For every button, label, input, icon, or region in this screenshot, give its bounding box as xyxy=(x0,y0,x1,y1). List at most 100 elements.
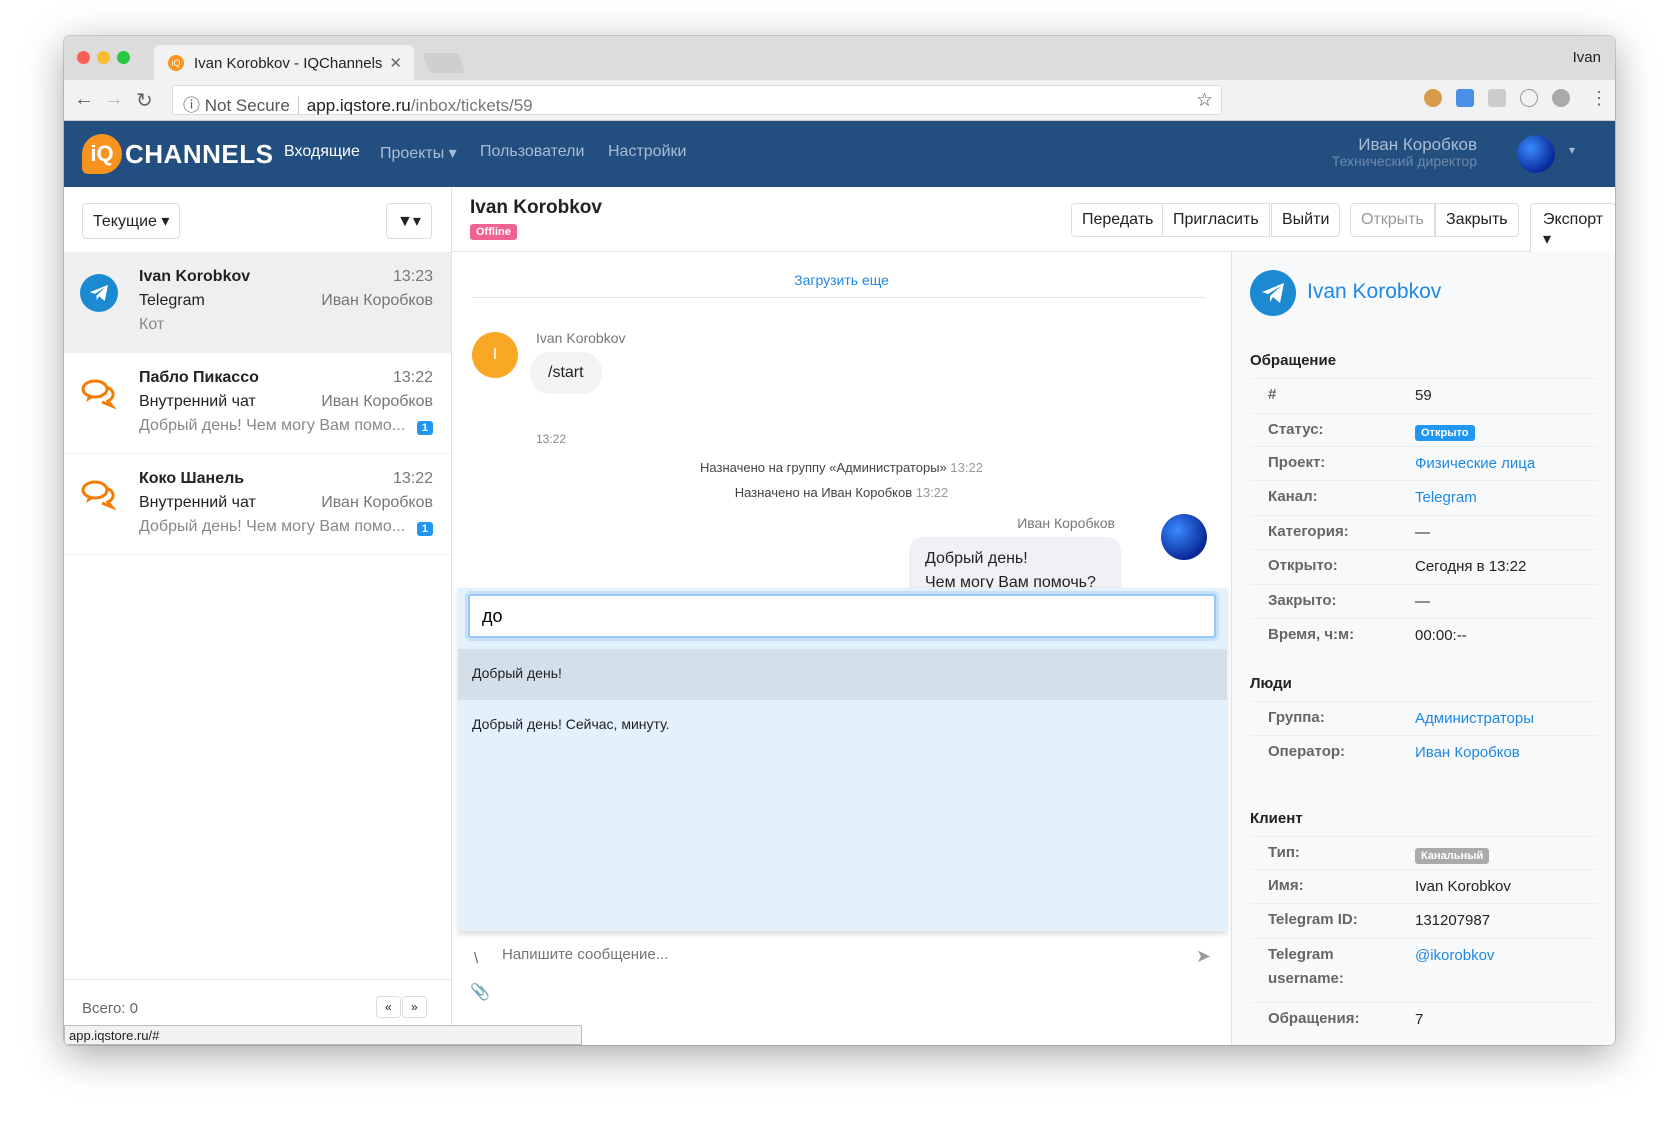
detail-value: 59 xyxy=(1415,387,1432,404)
detail-row: Telegram ID: 131207987 xyxy=(1250,903,1598,938)
send-icon[interactable]: ➤ xyxy=(1196,946,1211,967)
url-field[interactable]: ⓘ Not Secure app.iqstore.ru/inbox/tickets… xyxy=(172,85,1222,115)
maximize-window-button[interactable] xyxy=(117,51,130,64)
profile-name[interactable]: Ivan xyxy=(1573,49,1601,66)
total-count: Всего: 0 xyxy=(82,1000,139,1017)
detail-row: Имя: Ivan Korobkov xyxy=(1250,868,1598,904)
detail-row: Обращения: 7 xyxy=(1250,1001,1598,1037)
detail-row: Группа: Администраторы xyxy=(1250,700,1598,736)
unread-badge: 1 xyxy=(416,421,433,435)
system-message: Назначено на Иван Коробков 13:22 xyxy=(734,485,949,500)
back-icon[interactable]: ← xyxy=(74,88,94,111)
message-input[interactable] xyxy=(502,946,1142,963)
divider xyxy=(472,297,1206,298)
nav-users[interactable]: Пользователи xyxy=(480,143,584,161)
prev-page-button[interactable]: « xyxy=(376,996,401,1018)
client-name-link[interactable]: Ivan Korobkov xyxy=(1307,280,1441,304)
nav-settings[interactable]: Настройки xyxy=(608,143,686,161)
tab-title: Ivan Korobkov - IQChannels xyxy=(194,55,383,72)
minimize-window-button[interactable] xyxy=(97,51,110,64)
detail-value: Ivan Korobkov xyxy=(1415,877,1511,895)
nav-inbox[interactable]: Входящие xyxy=(284,143,360,161)
bookmark-star-icon[interactable]: ☆ xyxy=(1196,89,1213,112)
telegram-icon xyxy=(80,274,118,312)
detail-label: Открыто: xyxy=(1268,557,1338,574)
cookie-extension-icon[interactable] xyxy=(1424,89,1442,107)
close-ticket-button[interactable]: Закрыть xyxy=(1435,203,1519,237)
section-heading: Клиент xyxy=(1250,809,1303,827)
chat-area: Загрузить еще I Ivan Korobkov /start 13:… xyxy=(452,252,1231,1045)
url-path: /inbox/tickets/59 xyxy=(410,96,533,115)
suggestion-item[interactable]: Добрый день! xyxy=(458,649,1227,700)
detail-label: Telegram username: xyxy=(1268,945,1344,987)
detail-value: 00:00:-- xyxy=(1415,627,1467,644)
close-window-button[interactable] xyxy=(77,51,90,64)
user-name: Иван Коробков xyxy=(1358,135,1477,154)
leave-button[interactable]: Выйти xyxy=(1271,203,1341,237)
invite-button[interactable]: Пригласить xyxy=(1162,203,1270,237)
nav-projects[interactable]: Проекты ▾ xyxy=(380,143,457,163)
filter-dropdown[interactable]: Текущие ▾ xyxy=(82,203,181,239)
chat-title: Ivan Korobkov xyxy=(470,197,602,218)
close-tab-icon[interactable]: ✕ xyxy=(389,54,402,72)
browser-window: iQ Ivan Korobkov - IQChannels ✕ Ivan ← → ↻… xyxy=(64,36,1615,1045)
detail-value[interactable]: Администраторы xyxy=(1415,710,1534,727)
tab-bar: iQ Ivan Korobkov - IQChannels ✕ Ivan xyxy=(64,36,1615,80)
detail-label: Telegram ID: xyxy=(1268,911,1358,928)
user-avatar[interactable] xyxy=(1517,135,1555,173)
open-ticket-button[interactable]: Открыть xyxy=(1350,203,1435,237)
transfer-button[interactable]: Передать xyxy=(1071,203,1165,237)
json-extension-icon[interactable] xyxy=(1520,89,1538,107)
mail-extension-icon[interactable] xyxy=(1488,89,1506,107)
more-menu-icon[interactable]: ⋮ xyxy=(1590,88,1608,109)
status-label: Канальный xyxy=(1415,846,1490,864)
item-channel: Внутренний чат xyxy=(139,494,256,511)
export-dropdown[interactable]: Экспорт ▾ xyxy=(1530,203,1615,257)
detail-label: Проект: xyxy=(1268,453,1326,471)
inbox-item[interactable]: Ivan Korobkov 13:23 Telegram Иван Коробков К… xyxy=(64,252,451,353)
detail-row: Telegram username: @ikorobkov xyxy=(1250,937,1598,1002)
chevron-down-icon[interactable]: ▾ xyxy=(1569,143,1575,157)
item-channel: Telegram xyxy=(139,292,205,309)
paperclip-icon[interactable]: 📎 xyxy=(470,982,490,1002)
command-prefix: \ xyxy=(474,950,479,967)
detail-value: 7 xyxy=(1415,1010,1424,1028)
inbox-item[interactable]: Коко Шанель 13:22 Внутренний чат Иван Короб… xyxy=(64,454,451,555)
item-operator: Иван Коробков xyxy=(321,494,433,511)
filter-button[interactable]: ▼▾ xyxy=(386,203,432,239)
detail-row: #59 xyxy=(1250,378,1598,413)
tag-extension-icon[interactable] xyxy=(1456,89,1474,107)
app-navbar: iQ CHANNELS Входящие Проекты ▾ Пользовате… xyxy=(64,121,1615,187)
browser-tab[interactable]: iQ Ivan Korobkov - IQChannels ✕ xyxy=(154,45,414,80)
suggestion-item[interactable]: Добрый день! Сейчас, минуту. xyxy=(458,700,1227,751)
contact-name: Ivan Korobkov xyxy=(139,268,251,285)
autocomplete-input[interactable] xyxy=(468,594,1216,638)
detail-value: — xyxy=(1415,592,1430,610)
system-message: Назначено на группу «Администраторы» 13:… xyxy=(700,460,983,475)
not-secure-label: Not Secure xyxy=(204,96,290,115)
detail-value[interactable]: Иван Коробков xyxy=(1415,744,1520,761)
presence-badge: Offline xyxy=(470,224,517,240)
detail-label: Канал: xyxy=(1268,488,1318,505)
globe-extension-icon[interactable] xyxy=(1552,89,1570,107)
address-bar-row: ← → ↻ ⓘ Not Secure app.iqstore.ru/inbox/t… xyxy=(64,80,1615,121)
new-tab-button[interactable] xyxy=(422,53,466,73)
detail-value[interactable]: Telegram xyxy=(1415,489,1477,506)
forward-icon[interactable]: → xyxy=(104,88,124,111)
detail-label: Статус: xyxy=(1268,420,1324,438)
section-heading: Люди xyxy=(1250,674,1292,692)
user-menu[interactable]: Иван Коробков Технический директор xyxy=(1332,135,1477,169)
next-page-button[interactable]: » xyxy=(402,996,427,1018)
detail-row: Время, ч:м: 00:00:-- xyxy=(1250,618,1598,653)
detail-value[interactable]: @ikorobkov xyxy=(1415,947,1494,964)
detail-value[interactable]: Физические лица xyxy=(1415,455,1535,472)
detail-row: Закрыто: — xyxy=(1250,583,1598,619)
reload-icon[interactable]: ↻ xyxy=(136,88,153,113)
load-more-link[interactable]: Загрузить еще xyxy=(452,272,1231,288)
detail-row: Канал: Telegram xyxy=(1250,480,1598,515)
telegram-icon xyxy=(1250,270,1296,316)
detail-row: Тип: Канальный xyxy=(1250,835,1598,869)
detail-label: Категория: xyxy=(1268,522,1349,540)
iqchannels-logo[interactable]: iQ CHANNELS xyxy=(82,132,273,176)
inbox-item[interactable]: Пабло Пикассо 13:22 Внутренний чат Иван Кор… xyxy=(64,353,451,454)
